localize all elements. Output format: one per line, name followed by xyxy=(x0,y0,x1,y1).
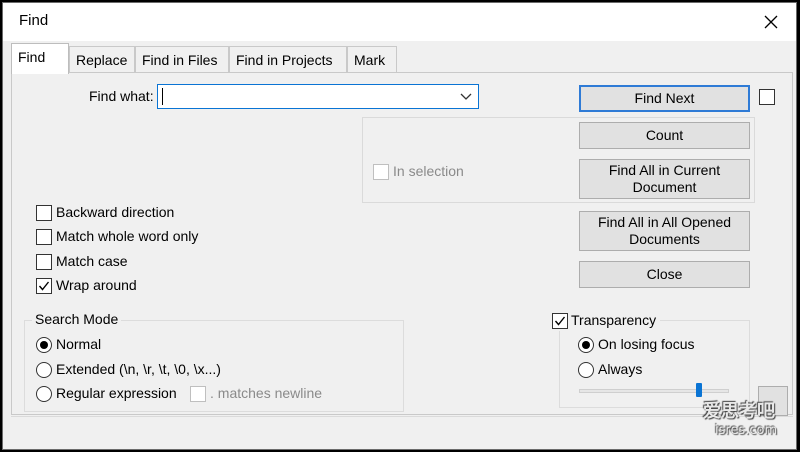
chevron-down-icon[interactable] xyxy=(460,93,472,101)
extended-radio[interactable] xyxy=(36,362,52,378)
matches-newline-checkbox[interactable] xyxy=(190,386,206,402)
normal-radio[interactable] xyxy=(36,337,52,353)
search-mode-title: Search Mode xyxy=(32,311,122,327)
tab-strip: Find Replace Find in Files Find in Proje… xyxy=(11,43,793,74)
match-whole-word-checkbox[interactable] xyxy=(36,229,52,245)
checkmark-icon xyxy=(554,316,566,326)
in-selection-checkbox[interactable] xyxy=(373,164,389,180)
checkmark-icon xyxy=(38,281,50,291)
regular-expression-radio[interactable] xyxy=(36,386,52,402)
transparency-slider-thumb[interactable] xyxy=(696,383,702,397)
find-tab-page: Find what: Find Next In selection Count … xyxy=(11,72,793,415)
always-label: Always xyxy=(598,361,643,377)
window-title: Find xyxy=(19,12,49,29)
close-button[interactable]: Close xyxy=(579,261,750,288)
on-losing-focus-radio[interactable] xyxy=(578,337,594,353)
backward-direction-label: Backward direction xyxy=(56,204,175,220)
tab-replace[interactable]: Replace xyxy=(69,46,135,73)
on-losing-focus-label: On losing focus xyxy=(598,336,695,352)
in-selection-label: In selection xyxy=(393,163,464,179)
tab-find[interactable]: Find xyxy=(11,43,69,74)
always-radio[interactable] xyxy=(578,362,594,378)
status-bar xyxy=(11,416,793,444)
watermark-domain: isres.com xyxy=(715,423,778,438)
find-next-extra-checkbox[interactable] xyxy=(759,89,775,105)
count-button[interactable]: Count xyxy=(579,122,750,149)
tab-mark[interactable]: Mark xyxy=(347,46,397,73)
find-next-button[interactable]: Find Next xyxy=(579,85,750,112)
regular-expression-label: Regular expression xyxy=(56,385,177,401)
backward-direction-checkbox[interactable] xyxy=(36,205,52,221)
transparency-label: Transparency xyxy=(571,312,657,328)
tab-find-in-projects[interactable]: Find in Projects xyxy=(229,46,347,73)
transparency-checkbox[interactable] xyxy=(552,313,568,329)
radio-dot xyxy=(40,341,48,349)
match-case-checkbox[interactable] xyxy=(36,254,52,270)
text-caret xyxy=(162,88,163,105)
normal-label: Normal xyxy=(56,336,102,352)
find-dialog: Find Find Replace Find in Files Find in … xyxy=(2,2,797,450)
wrap-around-checkbox[interactable] xyxy=(36,278,52,294)
watermark-logo-text: 爱思考吧 xyxy=(703,401,775,422)
find-all-current-document-button[interactable]: Find All in Current Document xyxy=(579,159,750,199)
title-bar: Find xyxy=(3,3,796,41)
close-icon[interactable] xyxy=(758,9,784,35)
wrap-around-label: Wrap around xyxy=(56,277,137,293)
extended-label: Extended (\n, \r, \t, \0, \x...) xyxy=(56,361,221,377)
tab-find-in-files[interactable]: Find in Files xyxy=(135,46,229,73)
match-whole-word-label: Match whole word only xyxy=(56,228,199,244)
find-all-opened-documents-button[interactable]: Find All in All Opened Documents xyxy=(579,211,750,251)
matches-newline-label: . matches newline xyxy=(210,385,323,401)
match-case-label: Match case xyxy=(56,253,128,269)
find-what-label: Find what: xyxy=(89,88,154,104)
radio-dot xyxy=(582,341,590,349)
transparency-slider-track[interactable] xyxy=(579,389,729,393)
find-what-combobox[interactable] xyxy=(157,84,479,109)
